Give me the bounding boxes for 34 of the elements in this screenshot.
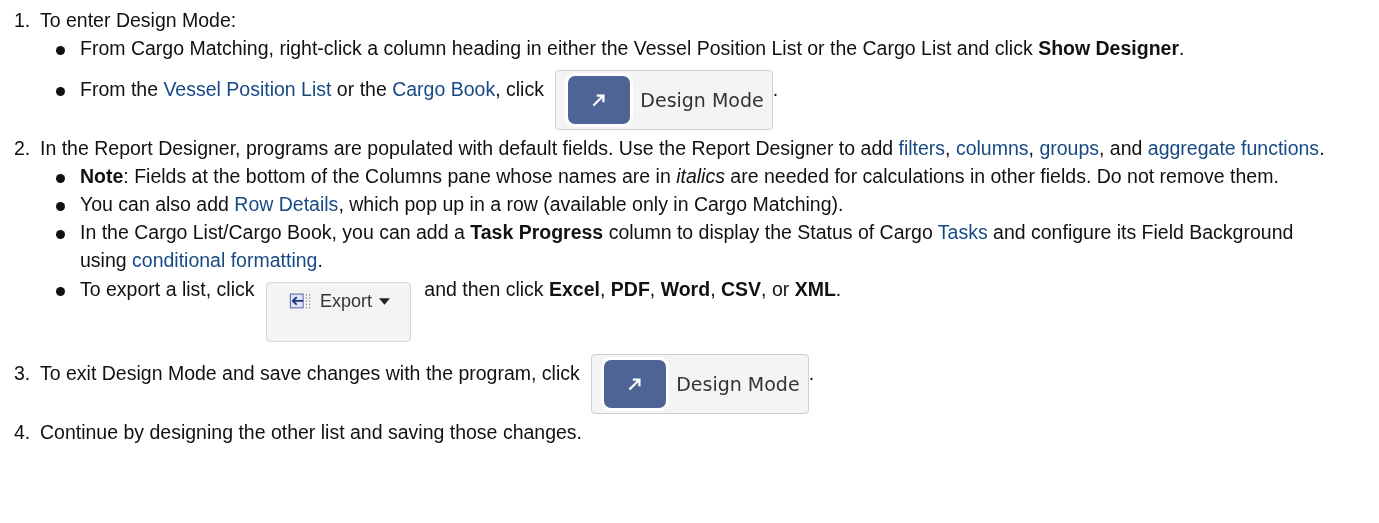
bullet-icon xyxy=(56,174,65,183)
link[interactable]: groups xyxy=(1039,137,1100,159)
step-number: 3. xyxy=(14,361,32,386)
export-icon xyxy=(288,292,313,310)
link[interactable]: aggregate functions xyxy=(1147,137,1320,159)
link[interactable]: Row Details xyxy=(234,193,339,215)
step-text: To enter Design Mode: xyxy=(40,8,238,33)
step-number: 4. xyxy=(14,420,32,445)
step-text: To exit Design Mode and save changes with the program, click Design Mode . xyxy=(40,346,1343,418)
bullet-text: In the Cargo List/Cargo Book, you can add a Task Progress column to display the Status of Cargo Tasks and configure its Field Background using conditional formatting. xyxy=(80,220,1295,273)
bullet-text: From Cargo Matching, right-click a column heading in either the Vessel Position List or the Cargo List and click Show Designer. xyxy=(80,36,1185,61)
bullet-icon xyxy=(56,87,65,96)
bullet-text: You can also add Row Details, which pop up in a row (available only in Cargo Matching). xyxy=(80,192,844,217)
bullet-icon xyxy=(56,286,65,296)
link[interactable]: Vessel Position List xyxy=(163,78,332,100)
design-mode-button[interactable]: Design Mode xyxy=(555,70,773,130)
step-number: 1. xyxy=(14,8,32,33)
bullet-icon xyxy=(56,202,65,211)
link[interactable]: Cargo Book xyxy=(392,78,496,100)
link[interactable]: columns xyxy=(955,137,1029,159)
step-number: 2. xyxy=(14,136,32,161)
bullet-text: To export a list, click Export and then click Excel, PDF, Word, CSV, or XML. xyxy=(80,274,842,346)
bullet-icon xyxy=(56,230,65,239)
link[interactable]: filters xyxy=(898,137,946,159)
bullet-icon xyxy=(56,46,65,55)
bullet-text: From the Vessel Position List or the Cargo Book, click Design Mode . xyxy=(80,62,779,134)
link[interactable]: conditional formatting xyxy=(132,249,318,271)
step-text: Continue by designing the other list and saving those changes. xyxy=(40,420,584,445)
step-text: In the Report Designer, programs are populated with default fields. Use the Report Designer to add filters, columns, groups, and aggregate functions. xyxy=(40,136,1326,161)
export-button[interactable]: Export xyxy=(265,282,411,342)
design-mode-button[interactable]: Design Mode xyxy=(591,354,809,414)
bullet-text: Note: Fields at the bottom of the Columns pane whose names are in italics are needed for calculations in other fields. Do not remove them. xyxy=(80,164,1279,189)
caret-icon xyxy=(378,297,390,305)
link[interactable]: Tasks xyxy=(937,221,988,243)
